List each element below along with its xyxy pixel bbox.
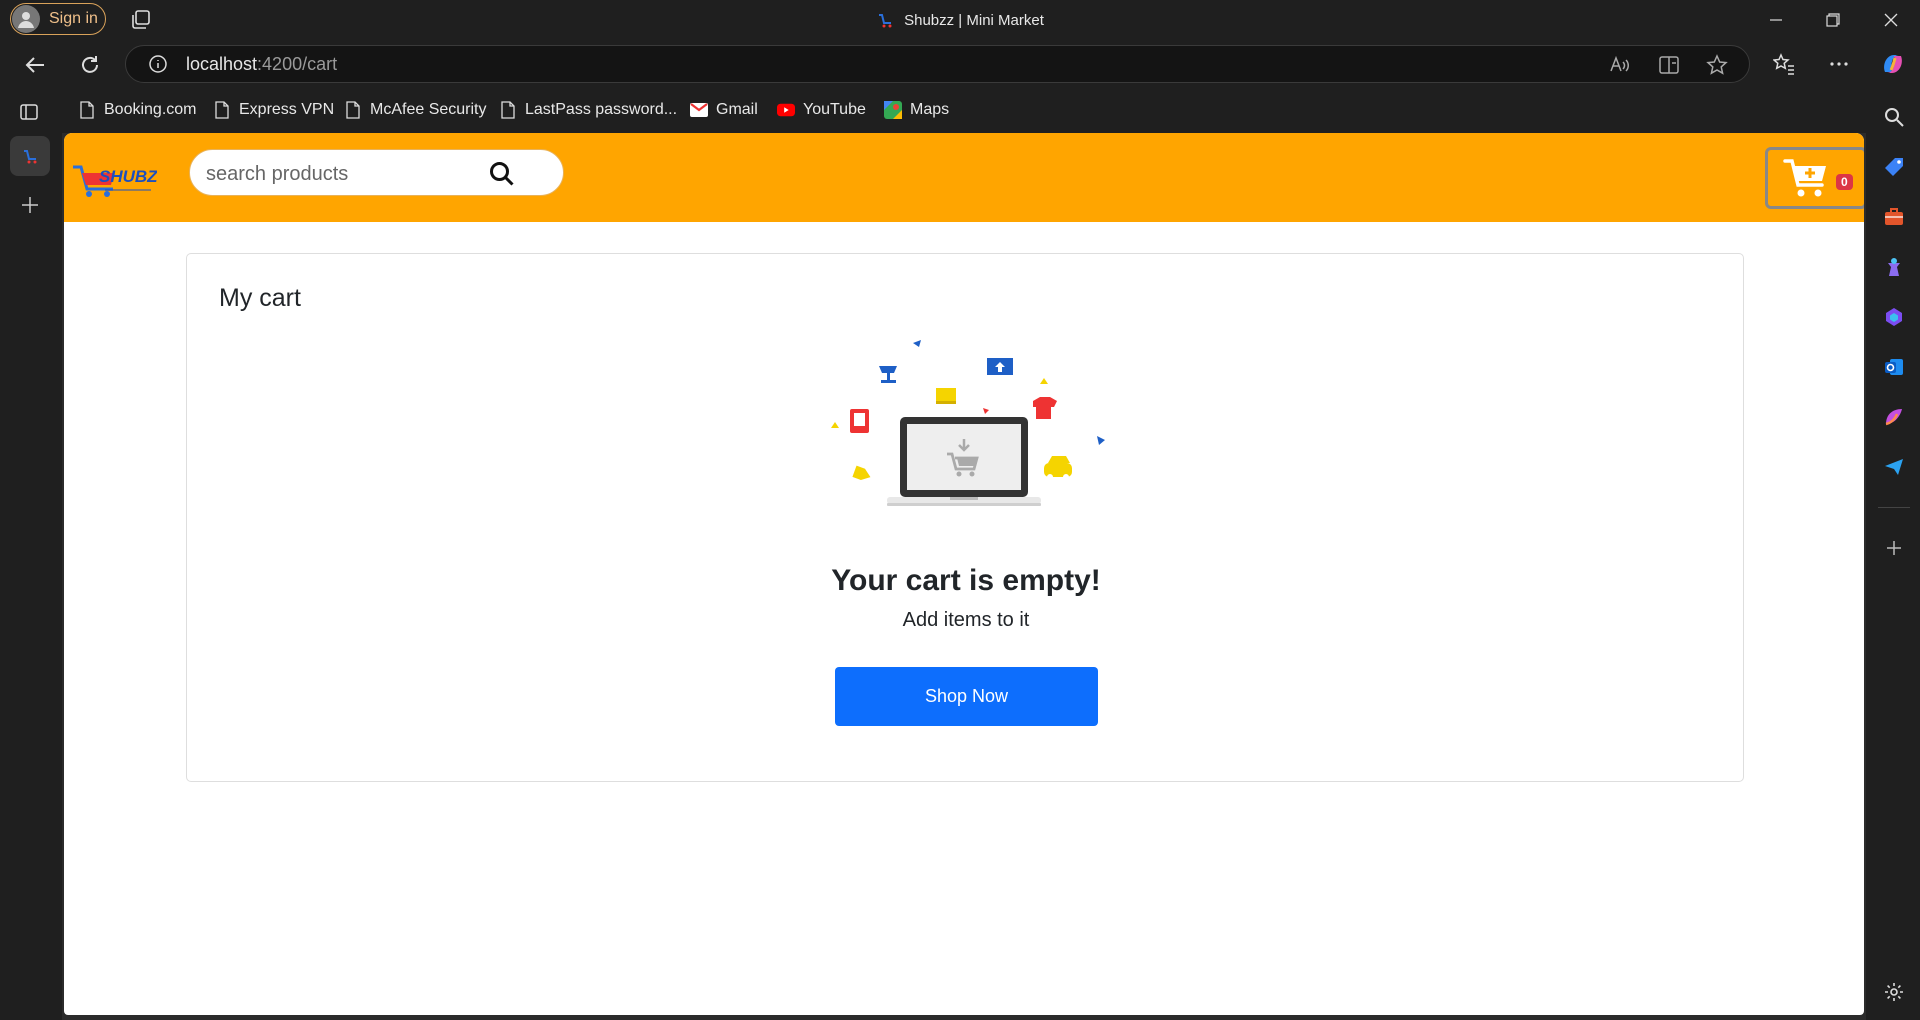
empty-cart-subtitle: Add items to it [902,609,1030,631]
tab-actions-icon[interactable] [129,8,153,32]
app-header: SHUBZZ 0 [64,133,1864,222]
outlook-icon[interactable] [1881,354,1907,380]
url-text: localhost:4200/cart [186,46,337,82]
page-icon [213,100,231,120]
tools-briefcase-icon[interactable] [1881,204,1907,230]
profile-avatar-icon [12,5,40,33]
youtube-icon [777,100,795,120]
new-tab-button[interactable] [18,193,42,217]
back-button[interactable] [20,50,50,80]
add-sidebar-app-icon[interactable] [1881,535,1907,561]
bookmark-booking[interactable]: Booking.com [78,96,197,124]
url-host: localhost [186,54,258,74]
cart-icon [1783,159,1826,197]
back-arrow-icon [25,57,44,73]
bookmark-mcafee[interactable]: McAfee Security [344,96,486,124]
sidebar-divider [1878,507,1910,508]
site-favicon-icon [24,150,37,164]
designer-icon[interactable] [1881,404,1907,430]
page-viewport: SHUBZZ 0 My cart [64,133,1864,1015]
bookmark-maps[interactable]: Maps [884,96,949,124]
bookmark-label: LastPass password... [525,101,678,118]
sign-in-label: Sign in [49,10,98,27]
bookmark-label: Express VPN [239,101,335,118]
bookmark-express-vpn[interactable]: Express VPN [213,96,334,124]
cart-button[interactable]: 0 [1765,147,1864,209]
refresh-button[interactable] [75,50,105,80]
bookmark-label: Maps [910,101,950,118]
vertical-tab-strip [0,133,62,1020]
page-icon [499,100,517,120]
cart-count-badge: 0 [1836,174,1853,190]
maps-icon [884,100,902,120]
sign-in-button[interactable]: Sign in [10,3,106,35]
active-tab[interactable] [10,136,50,176]
favorites-icon[interactable] [1770,50,1798,78]
games-icon[interactable] [1881,254,1907,280]
send-icon[interactable] [1881,454,1907,480]
site-favicon-icon [879,14,892,28]
close-window-button[interactable] [1862,0,1920,40]
address-bar[interactable]: localhost:4200/cart [125,45,1750,83]
empty-cart-title: Your cart is empty! [831,564,1101,597]
window-title: Shubzz | Mini Market [0,0,1920,40]
search-button[interactable] [486,158,518,190]
immersive-reader-icon[interactable] [1658,54,1680,76]
bookmark-label: Gmail [716,101,758,118]
minimize-button[interactable] [1747,0,1805,40]
bookmark-youtube[interactable]: YouTube [777,96,866,124]
shopping-tag-icon[interactable] [1881,154,1907,180]
logo-text: SHUBZZ [99,167,157,186]
vertical-tabs-icon[interactable] [14,97,44,127]
shubzz-logo[interactable]: SHUBZZ [69,153,169,203]
window-title-text: Shubzz | Mini Market [904,11,1044,29]
cart-heading: My cart [219,284,301,312]
search-input[interactable] [204,158,488,190]
site-info-icon[interactable] [148,54,168,79]
plus-icon [22,197,38,213]
search-box [189,149,564,196]
page-icon [78,100,96,120]
page-icon [344,100,362,120]
gmail-icon [690,100,708,120]
bookmark-gmail[interactable]: Gmail [690,96,758,124]
sidebar-settings-gear-icon[interactable] [1881,979,1907,1005]
bookmark-label: Booking.com [104,101,197,118]
more-options-icon[interactable] [1825,50,1853,78]
empty-cart-illustration [831,340,1105,506]
sidebar-search-icon[interactable] [1881,104,1907,130]
cart-card: My cart Your cart is empty! Add items to… [186,253,1744,782]
bookmark-label: McAfee Security [370,101,487,118]
search-icon [490,162,514,186]
read-aloud-icon[interactable] [1608,54,1630,76]
copilot-icon[interactable] [1879,50,1907,78]
favorite-star-icon[interactable] [1706,54,1728,76]
url-path: :4200/cart [257,54,338,74]
bookmark-lastpass[interactable]: LastPass password... [499,96,677,124]
restore-button[interactable] [1804,0,1862,40]
refresh-icon [82,56,98,73]
microsoft-365-icon[interactable] [1881,304,1907,330]
bookmark-label: YouTube [803,101,866,118]
shop-now-button[interactable]: Shop Now [835,667,1098,726]
browser-title-bar: Sign in Shubzz | Mini Market [0,0,1920,40]
